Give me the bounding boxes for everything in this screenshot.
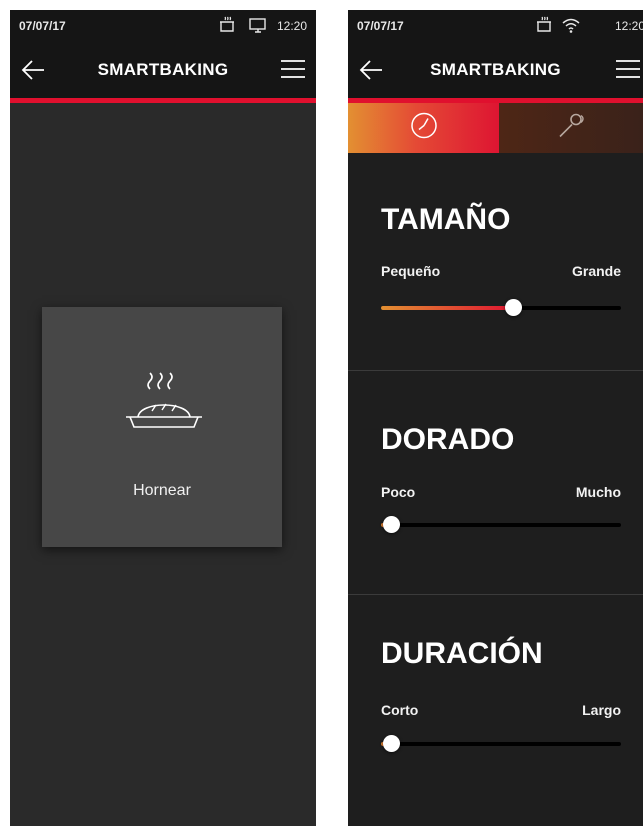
slider-min-label: Corto bbox=[381, 702, 419, 718]
slider-thumb[interactable] bbox=[382, 735, 400, 752]
timer-icon bbox=[408, 110, 440, 147]
mode-tile-bake[interactable]: Hornear bbox=[42, 307, 282, 547]
wifi-icon bbox=[561, 16, 581, 37]
hamburger-menu-icon[interactable] bbox=[280, 58, 306, 80]
status-bar: 07/07/17 12:20 bbox=[10, 10, 316, 40]
slider-max-label: Largo bbox=[582, 702, 621, 718]
setting-title: TAMAÑO bbox=[381, 203, 511, 236]
oven-heat-icon bbox=[217, 16, 237, 37]
setting-duration: DURACIÓN Corto Largo bbox=[348, 595, 643, 826]
slider-thumb[interactable] bbox=[505, 299, 522, 316]
food-probe-icon bbox=[555, 110, 587, 147]
browning-slider[interactable] bbox=[381, 516, 621, 533]
setting-size: TAMAÑO Pequeño Grande bbox=[348, 153, 643, 368]
status-time: 12:20 bbox=[276, 19, 307, 33]
setting-title: DORADO bbox=[381, 423, 515, 456]
screen-smartbaking-settings: 07/07/17 12:20 SMARTBAKING TAMAÑO Pequeñ… bbox=[348, 10, 643, 826]
tab-timer[interactable] bbox=[348, 103, 499, 153]
duration-slider[interactable] bbox=[381, 735, 621, 752]
setting-browning: DORADO Poco Mucho bbox=[348, 371, 643, 592]
bread-baking-icon bbox=[116, 367, 212, 437]
status-bar: 07/07/17 12:20 bbox=[348, 10, 643, 40]
size-slider[interactable] bbox=[381, 299, 621, 316]
tab-bar bbox=[348, 103, 643, 153]
app-bar: SMARTBAKING bbox=[10, 40, 316, 98]
slider-fill bbox=[381, 306, 513, 310]
mode-area: Hornear bbox=[10, 103, 316, 826]
slider-max-label: Grande bbox=[571, 263, 621, 279]
slider-min-label: Pequeño bbox=[381, 263, 441, 279]
app-bar: SMARTBAKING bbox=[348, 40, 643, 98]
oven-heat-icon bbox=[534, 16, 554, 37]
status-date: 07/07/17 bbox=[19, 19, 66, 33]
page-title: SMARTBAKING bbox=[430, 60, 561, 79]
tab-food-probe[interactable] bbox=[499, 103, 643, 153]
status-time: 12:20 bbox=[614, 19, 643, 33]
slider-min-label: Poco bbox=[381, 484, 416, 500]
setting-title: DURACIÓN bbox=[381, 637, 543, 670]
page-title: SMARTBAKING bbox=[97, 60, 229, 79]
screen-mode-select: 07/07/17 12:20 SMARTBAKING Hornear bbox=[10, 10, 316, 826]
slider-thumb[interactable] bbox=[382, 516, 400, 533]
hamburger-menu-icon[interactable] bbox=[615, 58, 641, 80]
display-icon bbox=[248, 16, 268, 37]
mode-label: Hornear bbox=[133, 482, 191, 499]
slider-max-label: Mucho bbox=[575, 484, 621, 500]
status-date: 07/07/17 bbox=[357, 19, 404, 33]
